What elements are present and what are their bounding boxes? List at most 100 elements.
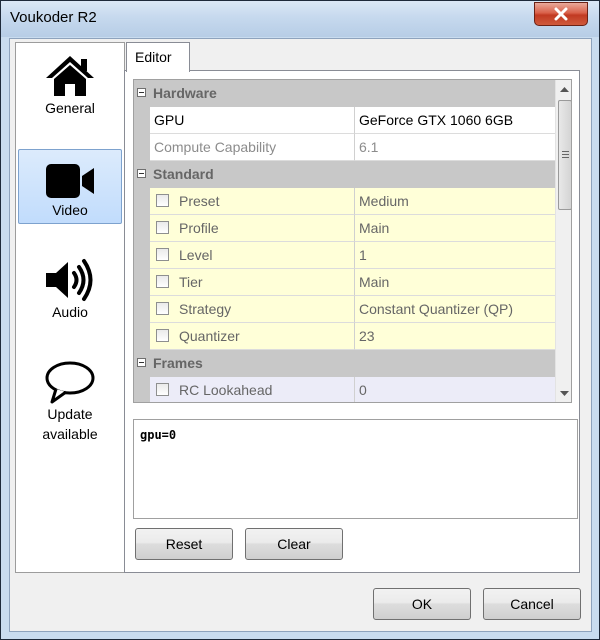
row-gutter [134, 323, 150, 350]
property-row-preset[interactable]: Preset Medium [134, 188, 555, 215]
row-gutter [134, 296, 150, 323]
speech-bubble-icon [42, 354, 98, 404]
arrow-up-icon [560, 86, 569, 92]
property-name-cell: Level [150, 242, 355, 269]
property-row-level[interactable]: Level 1 [134, 242, 555, 269]
property-row-tier[interactable]: Tier Main [134, 269, 555, 296]
collapse-icon[interactable] [137, 358, 146, 367]
property-name: Tier [179, 274, 203, 290]
row-gutter [134, 269, 150, 296]
property-value-cell[interactable]: Medium [355, 188, 555, 215]
property-value-cell[interactable]: GeForce GTX 1060 6GB [355, 107, 555, 134]
clear-button[interactable]: Clear [245, 528, 343, 560]
property-value-cell[interactable]: Main [355, 215, 555, 242]
title-bar[interactable]: Voukoder R2 [1, 1, 599, 37]
property-name: Strategy [179, 301, 232, 317]
home-icon [42, 48, 98, 98]
property-name-cell: Strategy [150, 296, 355, 323]
scroll-down-button[interactable] [556, 385, 571, 402]
property-row-compute-capability[interactable]: Compute Capability 6.1 [134, 134, 555, 161]
property-row-gpu[interactable]: GPU GeForce GTX 1060 6GB [134, 107, 555, 134]
collapse-icon[interactable] [137, 88, 146, 97]
property-name-cell: Quantizer [150, 323, 355, 350]
arrow-down-icon [560, 390, 569, 396]
enable-checkbox[interactable] [156, 329, 169, 342]
property-value: Main [359, 220, 390, 236]
collapse-icon[interactable] [137, 169, 146, 178]
property-row-quantizer[interactable]: Quantizer 23 [134, 323, 555, 350]
property-value-cell[interactable]: 6.1 [355, 134, 555, 161]
parameters-text-area[interactable]: gpu=0 [133, 419, 578, 519]
nav-label-video: Video [52, 202, 88, 218]
property-name-cell: Profile [150, 215, 355, 242]
nav-label-general: General [45, 100, 95, 116]
voukoder-window: Voukoder R2 General Video Audio Update a… [0, 0, 600, 640]
nav-label-update: Update available [42, 406, 98, 442]
scroll-thumb[interactable] [558, 100, 571, 210]
property-grid[interactable]: Hardware GPU GeForce GTX 1060 6GB Comput… [133, 79, 572, 403]
close-icon [554, 7, 568, 21]
vertical-scrollbar[interactable] [555, 80, 571, 402]
cancel-button[interactable]: Cancel [483, 588, 581, 620]
nav-item-audio[interactable]: Audio [18, 251, 122, 326]
category-label: Hardware [153, 85, 217, 101]
property-row-strategy[interactable]: Strategy Constant Quantizer (QP) [134, 296, 555, 323]
property-row-rc-lookahead[interactable]: RC Lookahead 0 [134, 377, 555, 402]
category-standard[interactable]: Standard [134, 161, 555, 188]
property-name: GPU [154, 112, 185, 128]
property-value: 23 [359, 328, 375, 344]
category-nav: General Video Audio Update available [15, 42, 125, 573]
speaker-icon [42, 252, 98, 302]
nav-item-video[interactable]: Video [18, 149, 122, 224]
property-name-cell: RC Lookahead [150, 377, 355, 402]
enable-checkbox[interactable] [156, 194, 169, 207]
property-name: RC Lookahead [179, 382, 273, 398]
property-value: 6.1 [359, 139, 379, 155]
dialog-client-area: General Video Audio Update available Edi… [9, 38, 592, 632]
row-gutter [134, 242, 150, 269]
property-value-cell[interactable]: Main [355, 269, 555, 296]
grip-line [562, 154, 569, 155]
property-name-cell: Preset [150, 188, 355, 215]
row-gutter [134, 134, 150, 161]
ok-button[interactable]: OK [373, 588, 471, 620]
category-hardware[interactable]: Hardware [134, 80, 555, 107]
editor-panel: Hardware GPU GeForce GTX 1060 6GB Comput… [124, 70, 580, 573]
enable-checkbox[interactable] [156, 275, 169, 288]
property-name: Profile [179, 220, 219, 236]
property-name-cell: Compute Capability [150, 134, 355, 161]
property-grid-rows: Hardware GPU GeForce GTX 1060 6GB Comput… [134, 80, 555, 402]
property-value-cell[interactable]: Constant Quantizer (QP) [355, 296, 555, 323]
category-label: Frames [153, 355, 203, 371]
enable-checkbox[interactable] [156, 221, 169, 234]
grip-line [562, 151, 569, 152]
grip-line [562, 157, 569, 158]
property-name: Quantizer [179, 328, 240, 344]
property-value: 0 [359, 382, 367, 398]
row-gutter [134, 107, 150, 134]
property-value: Constant Quantizer (QP) [359, 301, 514, 317]
enable-checkbox[interactable] [156, 302, 169, 315]
property-value-cell[interactable]: 0 [355, 377, 555, 402]
video-camera-icon [42, 150, 98, 200]
category-label: Standard [153, 166, 214, 182]
close-button[interactable] [534, 2, 588, 26]
tab-editor[interactable]: Editor [126, 42, 190, 72]
property-row-profile[interactable]: Profile Main [134, 215, 555, 242]
property-value: 1 [359, 247, 367, 263]
property-name: Compute Capability [154, 139, 277, 155]
nav-item-general[interactable]: General [18, 47, 122, 122]
nav-item-update[interactable]: Update available [18, 353, 122, 449]
scroll-up-button[interactable] [556, 80, 571, 97]
property-name-cell: Tier [150, 269, 355, 296]
property-value: Main [359, 274, 390, 290]
category-frames[interactable]: Frames [134, 350, 555, 377]
reset-button[interactable]: Reset [135, 528, 233, 560]
enable-checkbox[interactable] [156, 248, 169, 261]
row-gutter [134, 215, 150, 242]
property-value-cell[interactable]: 1 [355, 242, 555, 269]
property-value-cell[interactable]: 23 [355, 323, 555, 350]
enable-checkbox[interactable] [156, 383, 169, 396]
property-name: Preset [179, 193, 220, 209]
property-name: Level [179, 247, 213, 263]
